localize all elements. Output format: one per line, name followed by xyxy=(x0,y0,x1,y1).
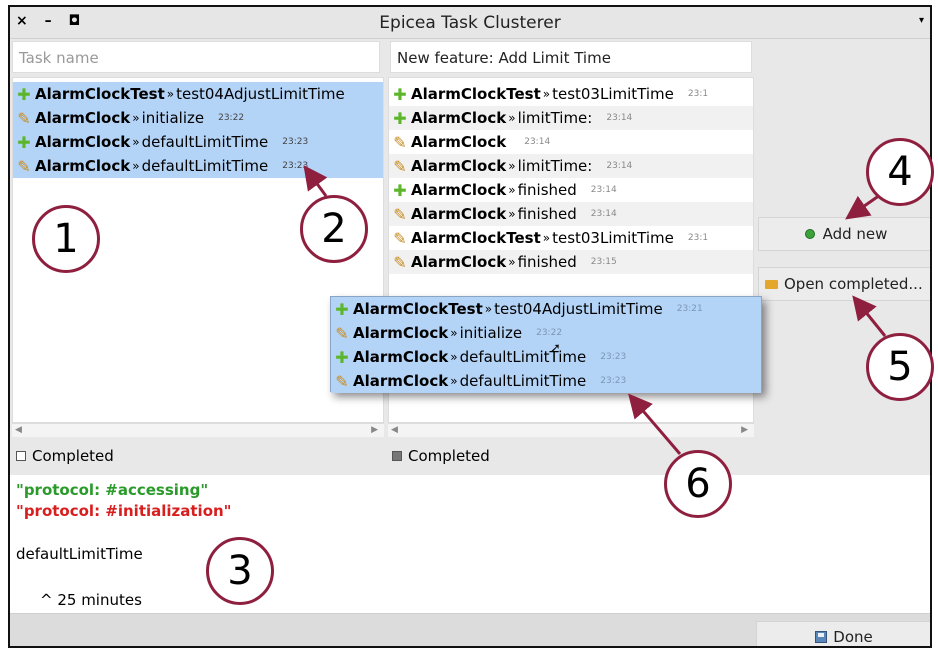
callout-arrows xyxy=(303,165,887,455)
callout-2: 2 xyxy=(300,195,368,263)
callout-3: 3 xyxy=(206,537,274,605)
callout-4: 4 xyxy=(866,138,934,206)
callout-2-arrow xyxy=(303,165,328,197)
callout-6: 6 xyxy=(664,450,732,518)
callout-5: 5 xyxy=(866,333,934,401)
callout-5-arrow xyxy=(852,295,887,337)
callout-1: 1 xyxy=(32,205,100,273)
callout-6-arrow xyxy=(628,393,682,455)
callout-4-arrow xyxy=(845,193,881,220)
